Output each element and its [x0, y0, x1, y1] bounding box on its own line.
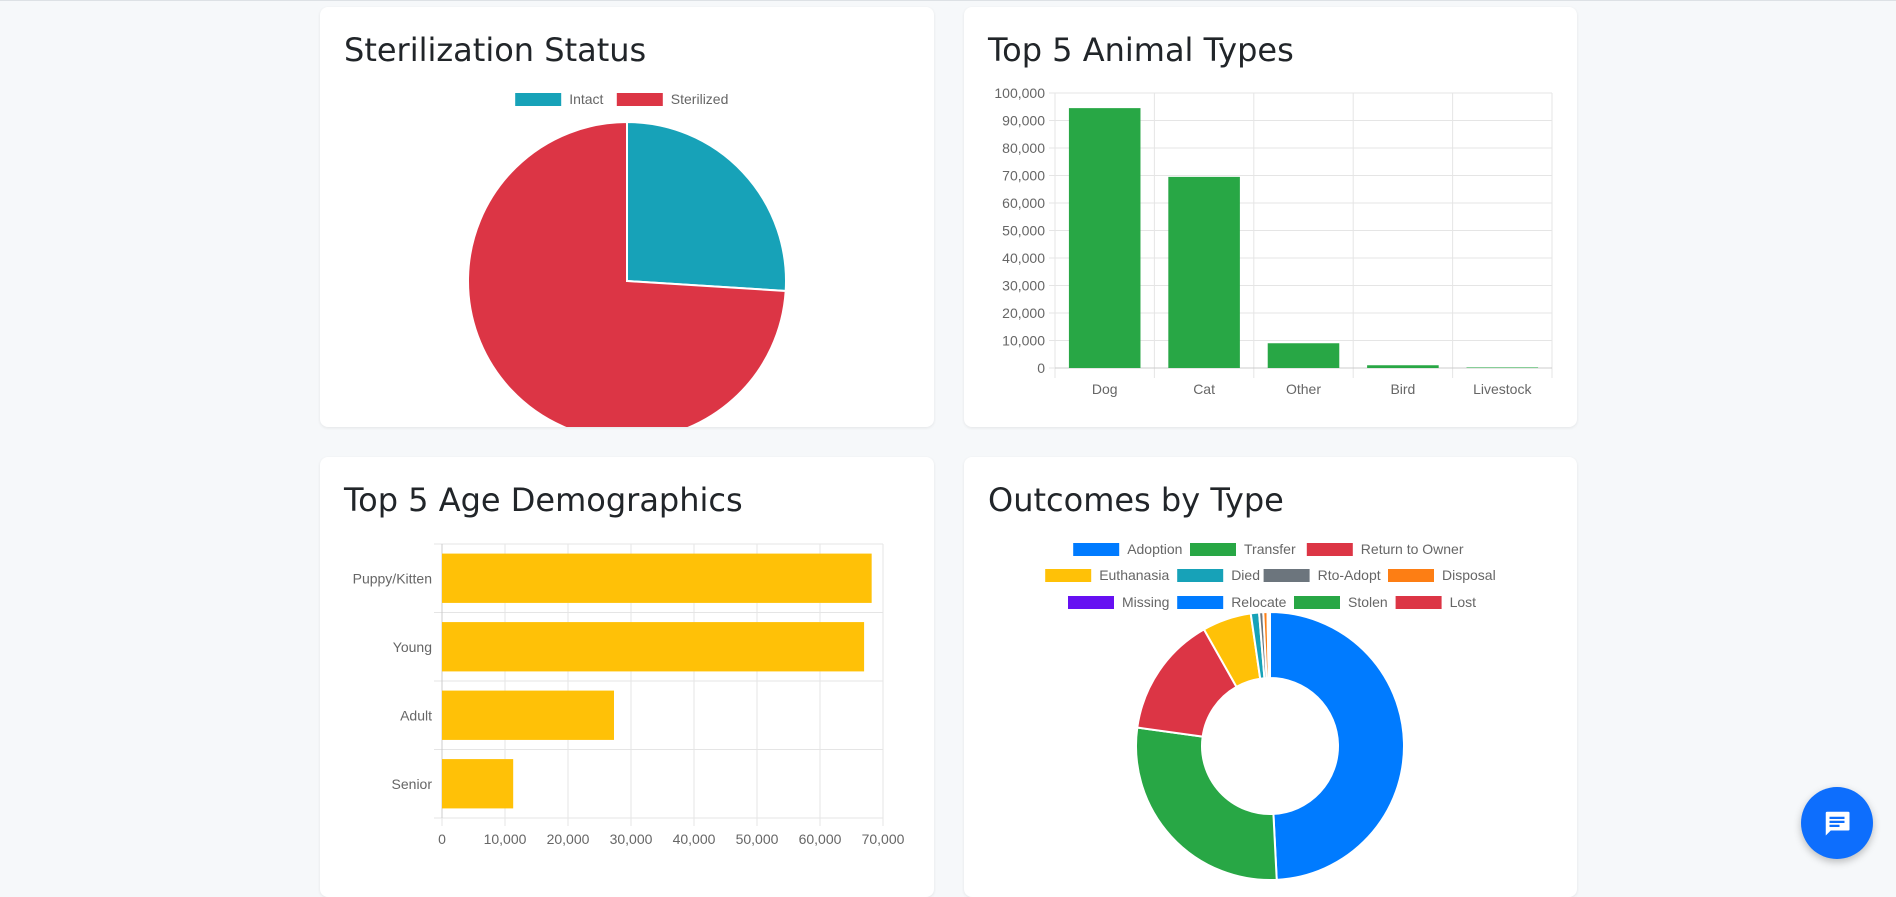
outcomes-legend-label-transfer: Transfer — [1244, 541, 1296, 557]
outcomes-legend-swatch-transfer — [1190, 543, 1236, 556]
outcomes-legend-label-rto-adopt: Rto-Adopt — [1318, 567, 1381, 583]
age-xtick-label: 0 — [438, 831, 446, 847]
outcomes-legend-swatch-adoption — [1073, 543, 1119, 556]
chat-bubble-icon — [1822, 808, 1852, 838]
outcomes-slice-transfer — [1136, 728, 1277, 880]
animal-types-ytick-label: 70,000 — [1002, 168, 1045, 184]
age-xtick-label: 20,000 — [547, 831, 590, 847]
animal-types-ytick-label: 90,000 — [1002, 113, 1045, 129]
animal-types-ytick-label: 80,000 — [1002, 140, 1045, 156]
age-xtick-label: 70,000 — [862, 831, 905, 847]
animal-types-ytick-label: 100,000 — [994, 85, 1045, 101]
sterilization-legend-swatch-sterilized — [617, 93, 663, 106]
age-bar-young — [442, 622, 864, 671]
age-xtick-label: 10,000 — [484, 831, 527, 847]
animal-types-bar-cat — [1168, 177, 1240, 368]
animal-types-ytick-label: 20,000 — [1002, 305, 1045, 321]
age-ytick-label-young: Young — [393, 639, 432, 655]
age-bar-puppy-kitten — [442, 554, 872, 603]
outcomes-legend-label-disposal: Disposal — [1442, 567, 1496, 583]
outcomes-card: Outcomes by Type AdoptionTransferReturn … — [964, 457, 1577, 897]
outcomes-legend-swatch-died — [1177, 569, 1223, 582]
animal-types-ytick-label: 40,000 — [1002, 250, 1045, 266]
age-xtick-label: 60,000 — [799, 831, 842, 847]
outcomes-legend-swatch-stolen — [1294, 596, 1340, 609]
age-bar-senior — [442, 759, 513, 808]
age-xtick-label: 50,000 — [736, 831, 779, 847]
age-xtick-label: 40,000 — [673, 831, 716, 847]
sterilization-legend-swatch-intact — [515, 93, 561, 106]
sterilization-card: Sterilization Status IntactSterilized — [320, 7, 934, 427]
animal-types-card: Top 5 Animal Types 010,00020,00030,00040… — [964, 7, 1577, 427]
outcomes-legend-swatch-return-to-owner — [1307, 543, 1353, 556]
animal-types-bar-chart: 0 10,000 20,000 30,000 40,000 50,000 60,000 70,… — [964, 7, 1577, 427]
age-ytick-label-adult: Adult — [400, 707, 432, 723]
age-ytick-label-puppy-kitten: Puppy/Kitten — [353, 570, 432, 586]
age-demographics-bar-chart: 0 10,000 20,000 30,000 40,000 50,000 60,000 70,… — [320, 457, 934, 897]
animal-types-xtick-label-bird: Bird — [1390, 381, 1415, 397]
sterilization-slice-intact — [627, 122, 786, 291]
outcomes-legend-label-euthanasia: Euthanasia — [1099, 567, 1169, 583]
outcomes-legend-swatch-disposal — [1388, 569, 1434, 582]
outcomes-legend-label-relocate: Relocate — [1231, 594, 1286, 610]
sterilization-legend-label-sterilized: Sterilized — [671, 91, 729, 107]
outcomes-legend-swatch-lost — [1396, 596, 1442, 609]
animal-types-xtick-label-cat: Cat — [1193, 381, 1215, 397]
sterilization-pie-chart: Intact Sterilized — [320, 7, 934, 427]
outcomes-legend-swatch-euthanasia — [1045, 569, 1091, 582]
age-demographics-card: Top 5 Age Demographics 010,00020,00030,0… — [320, 457, 934, 897]
outcomes-doughnut-chart: Adoption Transfer Return to Owner Euthanasi… — [964, 457, 1577, 897]
animal-types-xtick-label-livestock: Livestock — [1473, 381, 1532, 397]
animal-types-bar-livestock — [1467, 367, 1539, 368]
outcomes-legend-label-return-to-owner: Return to Owner — [1361, 541, 1464, 557]
age-ytick-label-senior: Senior — [392, 776, 433, 792]
age-bar-adult — [442, 691, 614, 740]
animal-types-ytick-label: 60,000 — [1002, 195, 1045, 211]
outcomes-legend-swatch-rto-adopt — [1264, 569, 1310, 582]
age-xtick-label: 30,000 — [610, 831, 653, 847]
outcomes-legend-label-lost: Lost — [1450, 594, 1477, 610]
animal-types-xtick-label-other: Other — [1286, 381, 1321, 397]
outcomes-legend-swatch-relocate — [1177, 596, 1223, 609]
animal-types-bar-bird — [1367, 365, 1439, 368]
animal-types-ytick-label: 0 — [1037, 360, 1045, 376]
outcomes-legend-label-missing: Missing — [1122, 594, 1169, 610]
chat-button[interactable] — [1801, 787, 1873, 859]
outcomes-legend-label-died: Died — [1231, 567, 1260, 583]
animal-types-xtick-label-dog: Dog — [1092, 381, 1118, 397]
outcomes-legend-label-adoption: Adoption — [1127, 541, 1182, 557]
animal-types-ytick-label: 30,000 — [1002, 278, 1045, 294]
outcomes-slice-adoption — [1270, 612, 1404, 880]
outcomes-legend-label-stolen: Stolen — [1348, 594, 1388, 610]
animal-types-bar-other — [1268, 343, 1340, 368]
outcomes-legend-swatch-missing — [1068, 596, 1114, 609]
animal-types-ytick-label: 50,000 — [1002, 223, 1045, 239]
animal-types-bar-dog — [1069, 108, 1141, 368]
animal-types-ytick-label: 10,000 — [1002, 333, 1045, 349]
sterilization-legend-label-intact: Intact — [569, 91, 603, 107]
